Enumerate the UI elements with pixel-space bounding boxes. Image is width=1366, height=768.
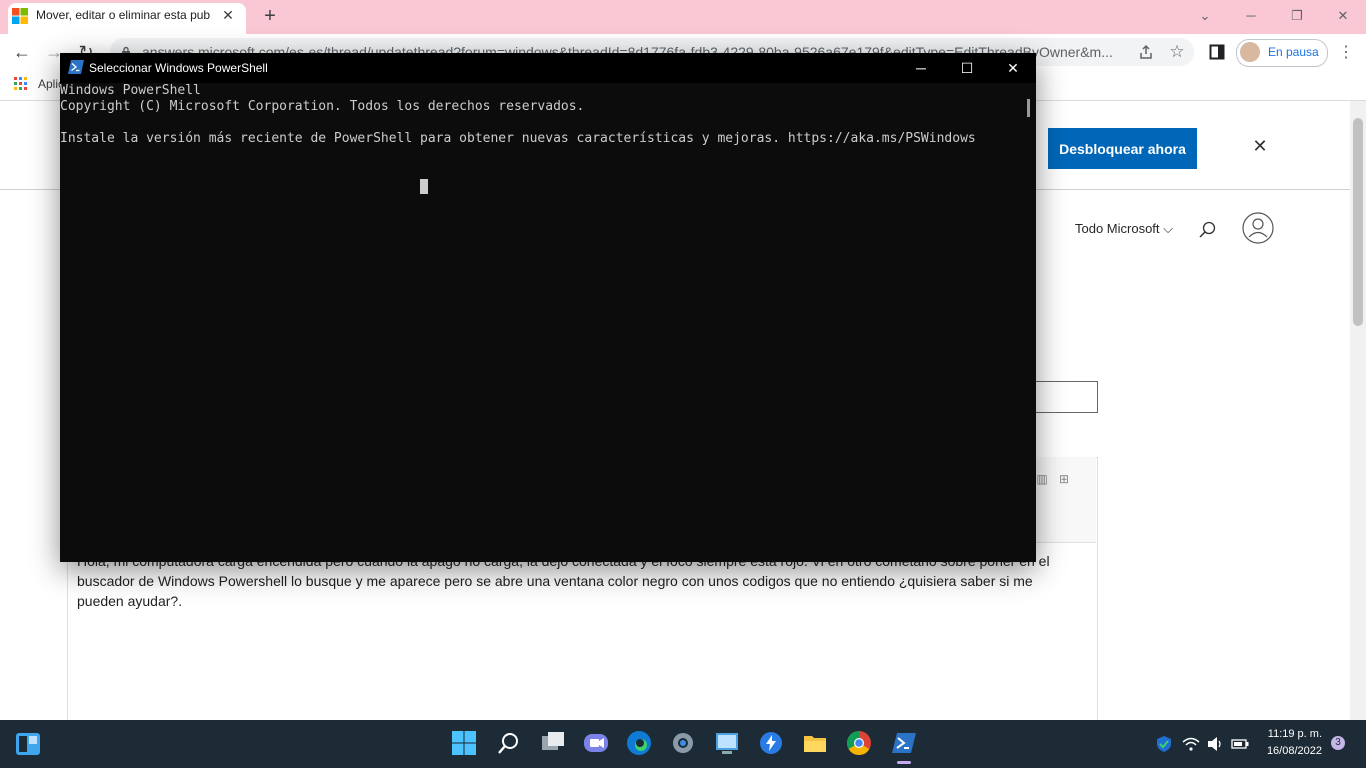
edge-browser-icon[interactable] (626, 730, 652, 756)
file-explorer-icon[interactable] (802, 730, 828, 756)
table-grid-icon[interactable]: ⊞ (1056, 472, 1072, 488)
share-icon[interactable] (1138, 44, 1154, 60)
volume-icon[interactable] (1207, 736, 1225, 752)
widgets-icon[interactable] (16, 733, 40, 755)
menu-kebab-icon[interactable]: ⋮ (1338, 42, 1354, 62)
powershell-taskbar-icon[interactable] (891, 730, 917, 756)
battery-icon[interactable] (1231, 736, 1249, 752)
tab-close-icon[interactable]: ✕ (218, 5, 238, 25)
clock-date[interactable]: 16/08/2022 (1258, 745, 1322, 757)
powershell-scrollbar-thumb[interactable] (1027, 99, 1030, 117)
browser-close-button[interactable]: ✕ (1320, 4, 1366, 28)
side-panel-icon[interactable] (1209, 44, 1225, 60)
powershell-title: Seleccionar Windows PowerShell (89, 61, 268, 75)
powershell-scrollbar[interactable] (1020, 83, 1036, 562)
wifi-icon[interactable] (1182, 736, 1200, 752)
clock-time[interactable]: 11:19 p. m. (1258, 728, 1322, 740)
active-app-indicator (897, 761, 911, 764)
account-icon[interactable] (1242, 212, 1274, 244)
chrome-browser-icon[interactable] (846, 730, 872, 756)
table-icon[interactable]: ▥ (1034, 472, 1050, 488)
security-shield-icon[interactable] (1155, 736, 1173, 752)
start-windows-icon[interactable] (451, 730, 477, 756)
search-icon[interactable] (1198, 220, 1218, 240)
powershell-close-button[interactable]: ✕ (990, 53, 1036, 83)
new-tab-button[interactable]: + (258, 5, 282, 29)
back-button[interactable]: ← (10, 40, 34, 64)
powershell-minimize-button[interactable]: ─ (898, 53, 944, 83)
banner-close-icon[interactable]: ✕ (1250, 136, 1270, 156)
apps-grid-icon[interactable] (14, 77, 28, 91)
microsoft-logo-icon (12, 8, 28, 24)
notification-count-badge[interactable]: 3 (1331, 736, 1345, 750)
powershell-icon (68, 60, 84, 74)
teams-chat-icon[interactable] (583, 730, 609, 756)
chevron-down-icon: ⌵ (1163, 221, 1174, 236)
profile-status-label: En pausa (1268, 45, 1319, 59)
tab-title: Mover, editar o eliminar esta pub (36, 8, 211, 22)
browser-restore-button[interactable]: ❐ (1274, 4, 1320, 28)
title-input[interactable] (1030, 381, 1098, 413)
browser-minimize-button[interactable]: ─ (1228, 4, 1274, 28)
search-taskbar-icon[interactable] (496, 730, 522, 756)
quick-assist-icon[interactable] (758, 730, 784, 756)
avatar (1240, 42, 1260, 62)
powershell-output[interactable]: Windows PowerShell Copyright (C) Microso… (60, 83, 1020, 147)
bookmark-star-icon[interactable]: ☆ (1168, 42, 1186, 61)
powershell-maximize-button[interactable]: ☐ (944, 53, 990, 83)
page-scrollbar-thumb[interactable] (1353, 118, 1363, 326)
all-microsoft-menu[interactable]: Todo Microsoft ⌵ (1075, 221, 1173, 237)
control-panel-icon[interactable] (714, 730, 740, 756)
terminal-cursor (420, 179, 428, 194)
all-microsoft-label: Todo Microsoft (1075, 221, 1160, 236)
settings-gear-icon[interactable] (670, 730, 696, 756)
unlock-now-button[interactable]: Desbloquear ahora (1048, 128, 1197, 169)
task-view-icon[interactable] (540, 730, 566, 756)
browser-dropdown-icon[interactable]: ⌄ (1182, 4, 1228, 28)
